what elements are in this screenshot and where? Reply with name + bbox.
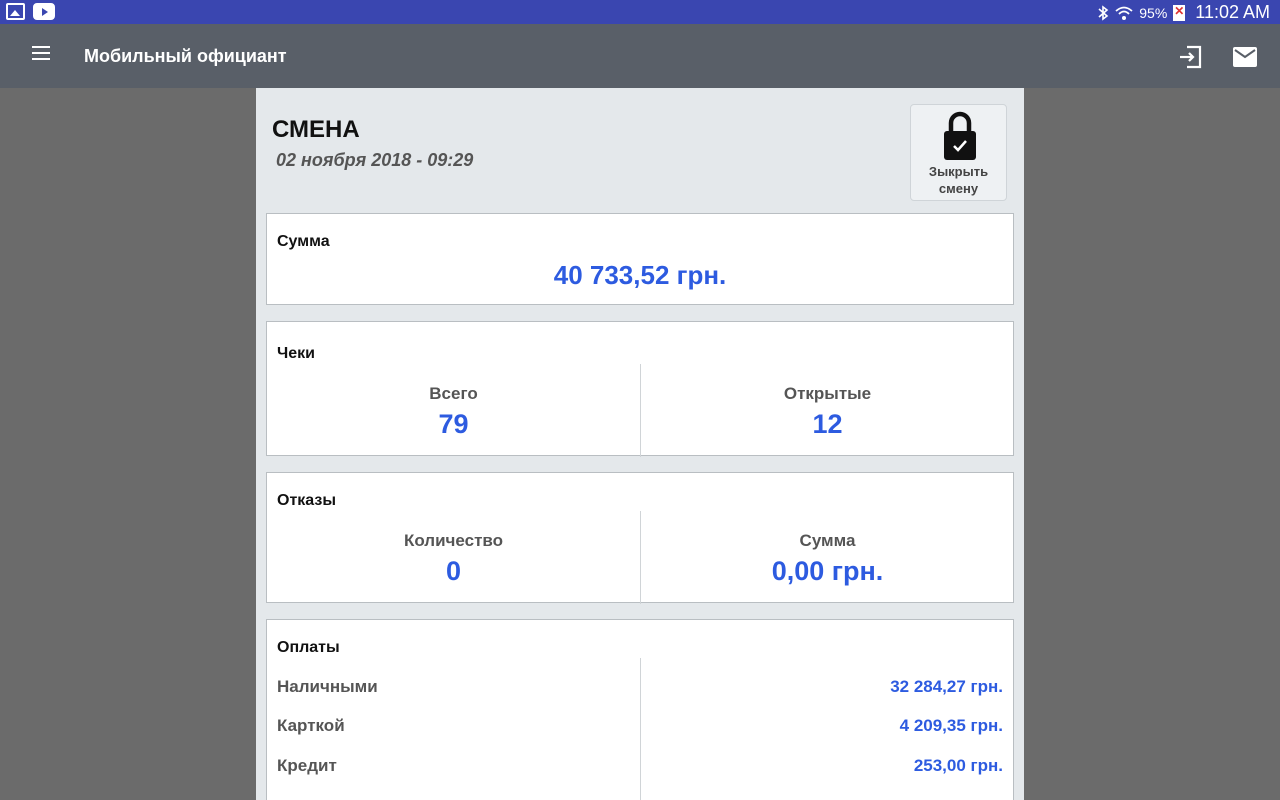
checks-total-value: 79 — [438, 409, 469, 439]
clock: 11:02 AM — [1195, 2, 1270, 22]
wifi-icon — [1115, 6, 1133, 20]
shift-date: 02 ноября 2018 - 09:29 — [276, 150, 474, 170]
battery-icon — [1173, 4, 1186, 21]
checks-total-label: Всего — [429, 384, 478, 403]
refusals-count-label: Количество — [403, 531, 504, 550]
payment-value: 4 209,35 грн. — [899, 716, 1003, 735]
payment-name: Наличными — [277, 677, 378, 696]
payment-row: Наличными 32 284,27 грн. — [267, 677, 1013, 701]
payment-name: Кредит — [277, 756, 337, 775]
refusals-card-title: Отказы — [277, 492, 336, 509]
payments-card: Оплаты Наличными 32 284,27 грн. Карткой … — [266, 619, 1014, 800]
shift-panel: СМЕНА 02 ноября 2018 - 09:29 Зыкрыть сме… — [256, 88, 1024, 800]
lock-icon — [944, 111, 976, 160]
menu-icon[interactable] — [32, 46, 56, 66]
refusals-card: Отказы Количество 0 Сумма 0,00 грн. — [266, 472, 1014, 604]
checks-open: Открытые 12 — [641, 384, 1014, 440]
payment-value: 32 284,27 грн. — [890, 677, 1003, 696]
battery-percent: 95% — [1139, 4, 1168, 21]
shift-title: СМЕНА — [272, 116, 360, 143]
close-shift-label: Зыкрыть смену — [928, 164, 989, 196]
refusals-sum-value: 0,00 грн. — [771, 556, 884, 586]
checks-open-label: Открытые — [783, 384, 872, 403]
youtube-icon — [33, 3, 55, 20]
app-bar: Мобильный официант — [0, 24, 1280, 88]
refusals-sum: Сумма 0,00 грн. — [641, 531, 1014, 587]
refusals-count: Количество 0 — [267, 531, 640, 587]
payments-card-title: Оплаты — [277, 639, 340, 656]
mail-icon[interactable] — [1232, 46, 1258, 68]
payment-name: Карткой — [277, 716, 345, 735]
status-bar: 95% 11:02 AM — [0, 0, 1280, 24]
sum-value: 40 733,52 грн. — [553, 260, 727, 290]
refusals-count-value: 0 — [445, 556, 462, 586]
checks-card-title: Чеки — [277, 345, 315, 362]
payment-row: Карткой 4 209,35 грн. — [267, 716, 1013, 740]
checks-total: Всего 79 — [267, 384, 640, 440]
sum-card-title: Сумма — [277, 233, 330, 250]
close-shift-button[interactable]: Зыкрыть смену — [910, 104, 1007, 201]
exit-icon[interactable] — [1178, 44, 1204, 70]
sum-card: Сумма 40 733,52 грн. — [266, 213, 1014, 305]
payment-value: 253,00 грн. — [913, 756, 1003, 775]
app-title: Мобильный официант — [84, 46, 287, 66]
payment-row: Кредит 253,00 грн. — [267, 756, 1013, 780]
status-left-icons — [6, 3, 55, 20]
refusals-sum-label: Сумма — [799, 531, 856, 550]
gallery-icon — [6, 3, 25, 20]
checks-card: Чеки Всего 79 Открытые 12 — [266, 321, 1014, 457]
bluetooth-icon — [1098, 4, 1109, 21]
checks-open-value: 12 — [812, 409, 843, 439]
status-right: 95% 11:02 AM — [1097, 2, 1270, 23]
